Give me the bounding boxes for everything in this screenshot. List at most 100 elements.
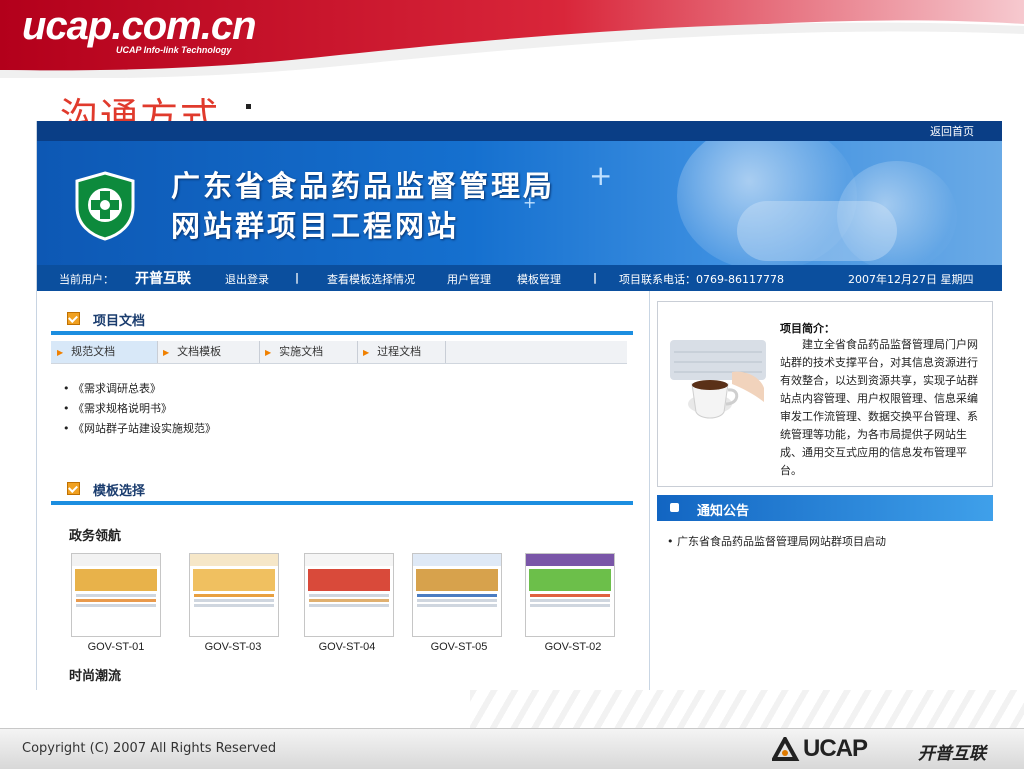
tab-process-docs[interactable]: ▶ 过程文档: [357, 341, 445, 363]
thumb-line: [194, 599, 274, 602]
thumb-banner: [416, 569, 498, 591]
footer-logo: UCAP: [803, 735, 868, 762]
template-group-label: 时尚潮流: [69, 669, 122, 684]
thumb-line: [194, 604, 274, 607]
coffee-keyboard-image: [670, 340, 766, 419]
site-banner: 广东省食品药品监督管理局 网站群项目工程网站 + +: [37, 141, 1002, 265]
footer-logo-cn: 开普互联: [918, 744, 986, 764]
tab-label: 实施文档: [279, 345, 324, 358]
checkbox-icon: [67, 312, 80, 325]
notice-header: 通知公告: [657, 495, 993, 521]
site-title-line2: 网站群项目工程网站: [171, 209, 460, 243]
thumb-line: [417, 604, 497, 607]
tab-spec-docs[interactable]: ▶ 规范文档: [51, 341, 157, 363]
ucap-mark-icon: [772, 737, 800, 761]
thumb-header: [526, 554, 614, 566]
tab-doc-templates[interactable]: ▶ 文档模板: [157, 341, 259, 363]
notice-title: 通知公告: [697, 504, 750, 519]
thumb-line: [417, 599, 497, 602]
template-label: GOV-ST-04: [318, 641, 376, 653]
template-label: GOV-ST-02: [544, 641, 602, 653]
template-management-link[interactable]: 模板管理: [517, 271, 561, 287]
intro-text: 建立全省食品药品监督管理局门户网站群的技术支撑平台，对其信息资源进行有效整合，以…: [780, 338, 978, 477]
plus-decoration-icon: +: [589, 159, 613, 192]
thumb-line: [76, 599, 156, 602]
current-user-name: 开普互联: [135, 271, 191, 287]
docs-tabs: ▶ 规范文档 ▶ 文档模板 ▶ 实施文档 ▶ 过程文档: [51, 341, 627, 364]
banner-decoration: [737, 201, 897, 261]
intro-title: 项目简介：: [780, 322, 835, 335]
slide-header: ucap.com.cn UCAP Info-link Technology: [0, 0, 1024, 78]
user-management-link[interactable]: 用户管理: [447, 271, 491, 287]
doc-link[interactable]: 《需求调研总表》: [63, 379, 216, 399]
website-screenshot: 返回首页 广东省食品药品监督管理局 网站群项目工程网站 + + 当前用户： 开普…: [36, 121, 1002, 690]
copyright-text: Copyright (C) 2007 All Rights Reserved: [22, 741, 277, 756]
docs-section-title: 项目文档: [93, 314, 146, 329]
tab-label: 文档模板: [177, 345, 222, 358]
thumb-banner: [529, 569, 611, 591]
template-thumbnail[interactable]: [189, 553, 279, 637]
thumb-header: [305, 554, 393, 566]
docs-section-header: 项目文档: [51, 309, 633, 335]
thumb-header: [72, 554, 160, 566]
slide-footer: Copyright (C) 2007 All Rights Reserved U…: [0, 728, 1024, 769]
main-content: 项目文档 ▶ 规范文档 ▶ 文档模板 ▶ 实施文档 ▶ 过程文档 《需求调研总表》 《需…: [37, 291, 650, 690]
template-thumbnail[interactable]: [412, 553, 502, 637]
thumb-line: [194, 594, 274, 597]
doc-list: 《需求调研总表》 《需求规格说明书》 《网站群子站建设实施规范》: [63, 379, 216, 439]
arrow-right-icon: ▶: [265, 348, 272, 357]
back-home-link[interactable]: 返回首页: [930, 123, 974, 139]
thumb-header: [413, 554, 501, 566]
site-navbar: 当前用户： 开普互联 退出登录 | 查看模板选择情况 用户管理 模板管理 | 项…: [37, 265, 1002, 291]
thumb-line: [309, 604, 389, 607]
template-label: GOV-ST-03: [204, 641, 262, 653]
thumb-line: [309, 599, 389, 602]
template-thumbnail[interactable]: [304, 553, 394, 637]
project-phone: 项目联系电话：0769-86117778: [619, 273, 784, 286]
site-title-line1: 广东省食品药品监督管理局: [171, 169, 556, 203]
thumb-line: [530, 604, 610, 607]
arrow-right-icon: ▶: [57, 348, 64, 357]
notice-icon: [670, 503, 679, 512]
templates-section-title: 模板选择: [93, 484, 146, 499]
nav-separator: |: [593, 271, 598, 284]
thumb-banner: [75, 569, 157, 591]
notice-link[interactable]: 广东省食品药品监督管理局网站群项目启动: [667, 533, 886, 549]
template-label: GOV-ST-01: [87, 641, 145, 653]
arrow-right-icon: ▶: [363, 348, 370, 357]
tab-label: 规范文档: [71, 345, 116, 358]
template-thumbnail[interactable]: [71, 553, 161, 637]
logout-link[interactable]: 退出登录: [225, 271, 269, 287]
current-date: 2007年12月27日 星期四: [848, 273, 974, 286]
thumb-line: [530, 594, 610, 597]
tab-divider: [445, 341, 446, 363]
tab-implementation-docs[interactable]: ▶ 实施文档: [259, 341, 357, 363]
template-thumbnail[interactable]: [525, 553, 615, 637]
thumb-line: [76, 604, 156, 607]
thumb-header: [190, 554, 278, 566]
tab-label: 过程文档: [377, 345, 422, 358]
checkbox-icon: [67, 482, 80, 495]
nav-separator: |: [295, 271, 300, 284]
template-group-label: 政务领航: [69, 529, 122, 544]
project-intro-box: 项目简介： 建立全省食品药品监督管理局门户网站群的技术支撑平台，对其信息资源进行…: [657, 301, 993, 487]
thumb-banner: [308, 569, 390, 591]
footer-decoration: [470, 690, 1024, 728]
current-user-label: 当前用户：: [59, 273, 114, 286]
doc-link[interactable]: 《网站群子站建设实施规范》: [63, 419, 216, 439]
plus-decoration-icon: +: [523, 193, 537, 212]
sidebar: 项目简介： 建立全省食品药品监督管理局门户网站群的技术支撑平台，对其信息资源进行…: [649, 291, 1002, 690]
fda-emblem-icon: [75, 171, 135, 241]
brand-logo-text: ucap.com.cn: [22, 4, 257, 48]
thumb-banner: [193, 569, 275, 591]
thumb-line: [417, 594, 497, 597]
thumb-line: [309, 594, 389, 597]
brand-subtitle: UCAP Info-link Technology: [116, 45, 232, 55]
thumb-line: [76, 594, 156, 597]
view-templates-link[interactable]: 查看模板选择情况: [327, 271, 415, 287]
site-topbar: 返回首页: [37, 121, 1002, 141]
template-label: GOV-ST-05: [430, 641, 488, 653]
doc-link[interactable]: 《需求规格说明书》: [63, 399, 216, 419]
thumb-line: [530, 599, 610, 602]
templates-section-header: 模板选择: [51, 479, 633, 505]
